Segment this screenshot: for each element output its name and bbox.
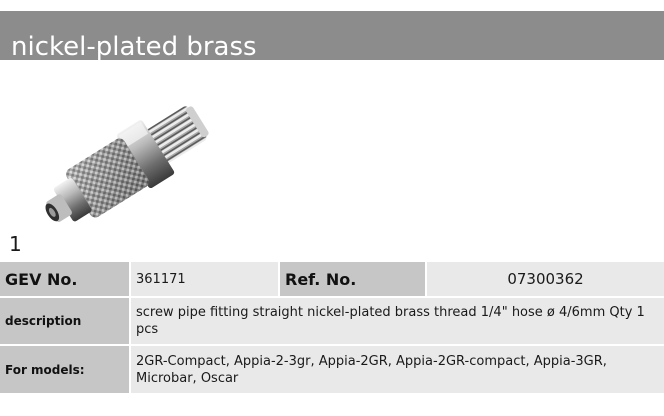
table-row: GEV No. 361171 Ref. No. 07300362 bbox=[0, 262, 664, 298]
table-row: description screw pipe fitting straight … bbox=[0, 297, 664, 346]
gev-value: 361171 bbox=[130, 262, 280, 298]
image-number: 1 bbox=[9, 232, 22, 256]
top-margin bbox=[0, 0, 664, 11]
gev-label: GEV No. bbox=[0, 262, 131, 298]
models-value: 2GR-Compact, Appia-2-3gr, Appia-2GR, App… bbox=[130, 345, 664, 395]
section-title: nickel-plated brass bbox=[11, 32, 257, 62]
ref-label: Ref. No. bbox=[279, 262, 427, 298]
ref-value: 07300362 bbox=[426, 262, 664, 298]
spec-table: GEV No. 361171 Ref. No. 07300362 descrip… bbox=[0, 262, 664, 395]
models-label: For models: bbox=[0, 345, 131, 395]
table-row: For models: 2GR-Compact, Appia-2-3gr, Ap… bbox=[0, 345, 664, 395]
section-header: nickel-plated brass bbox=[0, 11, 664, 62]
product-sheet: nickel-plated brass 1 GEV No. 361171 Ref… bbox=[0, 0, 664, 416]
description-value: screw pipe fitting straight nickel-plate… bbox=[130, 297, 664, 346]
description-label: description bbox=[0, 297, 131, 346]
product-photo bbox=[30, 88, 245, 238]
